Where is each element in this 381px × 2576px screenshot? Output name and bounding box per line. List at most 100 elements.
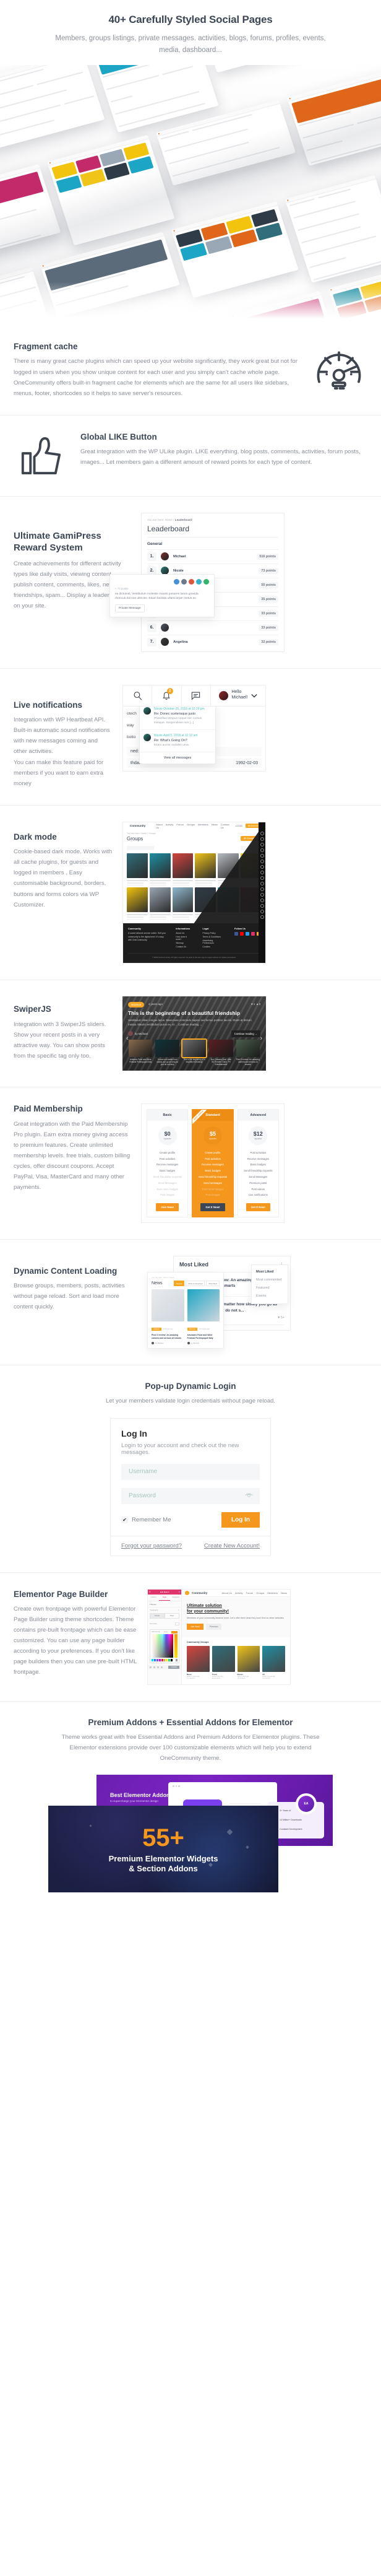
private-message-button[interactable]: Private Message <box>115 604 145 613</box>
update-button[interactable]: UPDATE <box>168 1665 179 1669</box>
segment-hover[interactable]: Hover <box>165 1612 179 1619</box>
rail-icon[interactable] <box>260 853 264 858</box>
panel-menu-icon[interactable]: ☰ <box>149 1591 151 1593</box>
nav-item[interactable]: About Us <box>222 1591 232 1595</box>
rail-icon[interactable] <box>260 842 264 846</box>
panel-close-icon[interactable]: ✕ <box>178 1591 180 1593</box>
rail-icon[interactable] <box>260 887 264 891</box>
slider-thumbnails[interactable]: Artisians Food and Wine Festival Porlimp… <box>129 1038 260 1066</box>
bell-icon[interactable]: 2 <box>152 685 182 706</box>
color-swatch[interactable] <box>166 1658 168 1661</box>
footer-link[interactable]: Terms & Conditions <box>203 936 225 938</box>
footer-link[interactable]: Cookies <box>203 946 225 948</box>
panel-tabs[interactable]: Content Style Advanced <box>148 1595 181 1601</box>
rail-icon[interactable] <box>260 870 264 874</box>
social-icon[interactable] <box>234 932 238 936</box>
social-icon[interactable] <box>251 932 255 936</box>
group-tile[interactable]: Music Active 2 weeks ago 14 members <box>187 1645 210 1679</box>
edit-icon[interactable]: ✎ <box>178 1609 179 1611</box>
social-icon[interactable] <box>240 932 244 936</box>
group-tile[interactable]: Movies Active 2 days ago 11 members <box>237 1645 260 1679</box>
search-groups-input[interactable] <box>127 845 154 850</box>
news-post-card[interactable]: Meetings 10 months ago Artusians Food and… <box>187 1289 220 1344</box>
message-item[interactable]: Nicole October 20, 2018 at 10:29 pm Re: … <box>140 707 215 730</box>
user-menu[interactable]: Hello Michael! <box>211 685 265 706</box>
login-link[interactable]: LOGIN <box>236 825 242 827</box>
footer-link[interactable]: Contact Us <box>176 946 192 948</box>
group-card[interactable] <box>218 853 239 886</box>
footer-link[interactable]: Advertising Preferences <box>203 939 225 944</box>
slider-thumbnail[interactable]: Nov Orleans Deal. With 55-Theater Chain,… <box>209 1039 233 1066</box>
plan-cta-button[interactable]: Join Now! <box>156 1203 179 1211</box>
clear-button[interactable]: Clear <box>164 1631 168 1634</box>
group-card[interactable] <box>127 887 148 920</box>
elementor-tab[interactable]: Style <box>159 1595 170 1601</box>
sort-menu-item[interactable]: Most Liked <box>252 1268 288 1276</box>
rail-icon[interactable] <box>260 831 264 835</box>
elementor-tab[interactable]: Content <box>148 1595 159 1601</box>
news-tabs[interactable]: Recent Most commented Most liked <box>173 1281 220 1287</box>
message-icon[interactable] <box>182 685 211 706</box>
leaderboard-row[interactable]: 7. Angelina 32 points <box>147 634 278 649</box>
social-icons[interactable] <box>234 932 260 936</box>
segment-normal[interactable]: Normal <box>150 1612 165 1619</box>
nav-item[interactable]: Activity <box>166 823 174 829</box>
color-swatch[interactable] <box>173 1658 176 1661</box>
text-color-field[interactable]: Text Color <box>148 1621 181 1627</box>
nav-item[interactable]: Groups <box>256 1591 264 1595</box>
social-icon[interactable] <box>246 932 249 936</box>
group-card[interactable] <box>218 887 239 920</box>
group-card[interactable] <box>149 887 171 920</box>
slider-thumbnail[interactable]: Pixel 3 review: An amazing camera and se… <box>236 1039 260 1066</box>
news-tab[interactable]: Most commented <box>186 1281 205 1287</box>
nav-item[interactable]: Contact Us <box>221 823 229 829</box>
rail-icon[interactable] <box>260 915 264 919</box>
settings-icon[interactable] <box>150 1666 152 1668</box>
view-all-messages-link[interactable]: View all messages <box>140 752 215 764</box>
nav-item[interactable]: Forum <box>176 823 184 829</box>
leaderboard-row[interactable]: 6. 33 points <box>147 620 278 635</box>
group-card[interactable] <box>127 853 148 886</box>
nav-item[interactable]: Members <box>198 823 208 829</box>
color-swatch[interactable] <box>168 1658 171 1661</box>
group-tile[interactable]: Art Active 2 weeks ago 12 members <box>262 1645 285 1679</box>
chevron-right-icon[interactable]: › <box>260 1035 262 1042</box>
rail-icon[interactable] <box>260 837 264 841</box>
hue-slider[interactable] <box>174 1634 178 1658</box>
elementor-tab[interactable]: Advanced <box>170 1595 181 1601</box>
group-tile[interactable]: Travel Active 2 day ago 22 members <box>212 1645 235 1679</box>
continue-reading-button[interactable]: Continue reading → <box>231 1030 260 1038</box>
search-icon[interactable] <box>123 685 153 706</box>
color-swatch[interactable] <box>163 1658 166 1661</box>
color-picker[interactable]: HEXCOLOR Clear <box>150 1629 179 1663</box>
group-card[interactable] <box>195 887 216 920</box>
news-tab[interactable]: Most liked <box>206 1281 220 1287</box>
create-account-link[interactable]: Create New Account! <box>204 1543 260 1549</box>
sort-menu-item[interactable]: Most commented <box>252 1276 288 1284</box>
color-swatch[interactable] <box>158 1658 161 1661</box>
color-swatch[interactable] <box>175 1622 179 1625</box>
news-post-card[interactable]: Gadgets 6 months ago Pixel 3 review: An a… <box>152 1289 184 1344</box>
nav-item[interactable]: Members <box>267 1591 278 1595</box>
color-swatch[interactable] <box>152 1658 153 1661</box>
rail-icon[interactable] <box>260 903 264 908</box>
join-now-button[interactable]: Join Now! <box>187 1623 203 1630</box>
nav-item[interactable]: News <box>281 1591 287 1595</box>
slider-thumbnail[interactable]: It does not matter how slowly you go as … <box>155 1039 179 1066</box>
canvas-nav[interactable]: About Us Activity Forum Groups Members News <box>222 1591 288 1595</box>
continue-reading-link[interactable]: Continue reading → <box>178 1023 202 1026</box>
swatch-row[interactable] <box>152 1658 178 1661</box>
state-segmented-control[interactable]: Normal Hover <box>150 1612 179 1619</box>
footer-link[interactable]: Sitemap <box>176 942 192 944</box>
rail-icon[interactable] <box>260 859 264 863</box>
nav-item[interactable]: Groups <box>187 823 195 829</box>
color-swatch[interactable] <box>161 1658 163 1661</box>
history-icon[interactable] <box>153 1666 155 1668</box>
message-item[interactable]: Nicole April 5, 2018 at 11:12 am Re: Wha… <box>140 730 215 752</box>
footer-link[interactable]: About Us <box>176 932 192 934</box>
nav-item[interactable]: Activity <box>235 1591 243 1595</box>
footer-link[interactable]: How does it work? <box>176 936 192 941</box>
nav-item[interactable]: News <box>212 823 218 829</box>
slider-thumbnail[interactable]: Artisians Food and Wine Festival Porlimp… <box>129 1039 153 1066</box>
sticky-icon-rail[interactable] <box>259 822 265 964</box>
